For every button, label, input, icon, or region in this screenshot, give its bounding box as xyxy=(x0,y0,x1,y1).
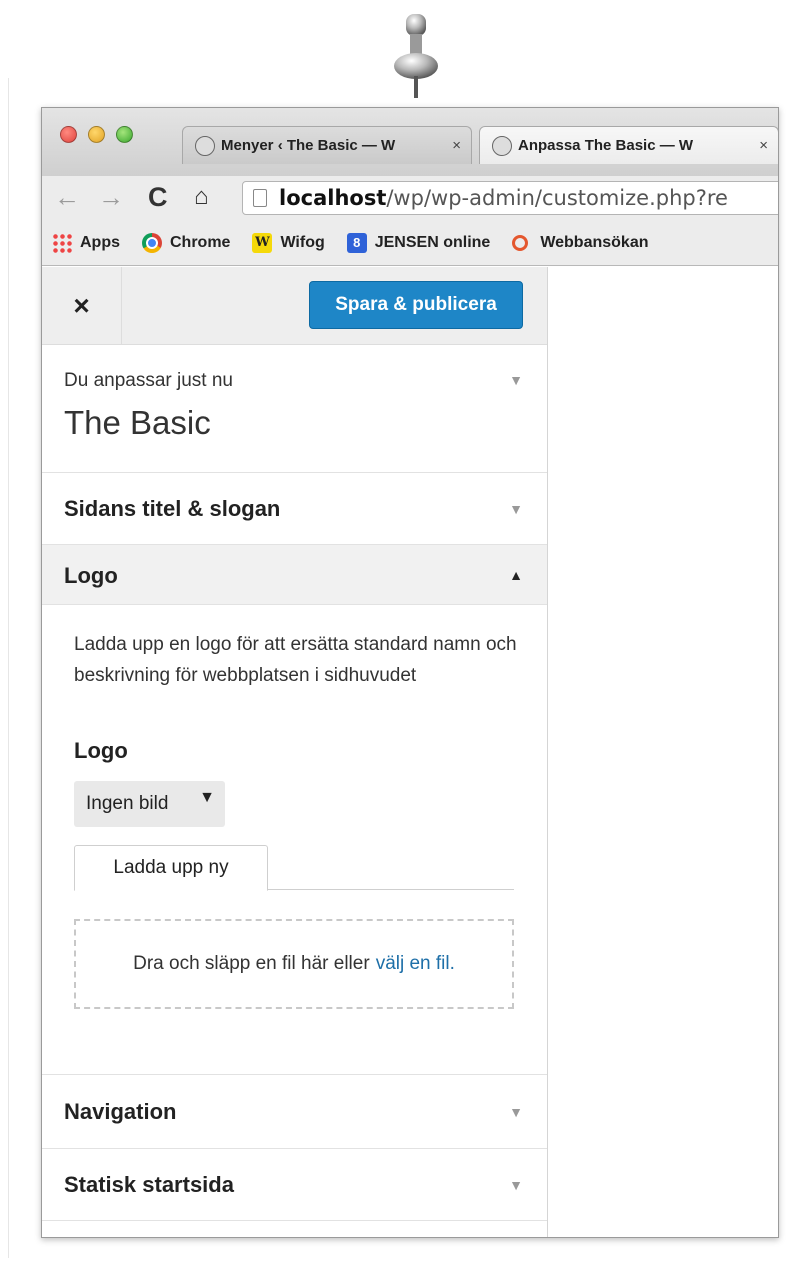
dropzone-text: Dra och släpp en fil här eller xyxy=(133,953,370,974)
logo-field-label: Logo xyxy=(74,738,128,763)
file-dropzone[interactable]: Dra och släpp en fil här eller välj en f… xyxy=(74,919,514,1009)
bookmark-label: Webbansökan xyxy=(540,233,649,251)
url-path: /wp/wp-admin/customize.php?re xyxy=(386,186,728,210)
back-arrow-icon[interactable]: ← xyxy=(54,182,80,212)
bookmark-label: Wifog xyxy=(280,233,325,251)
chevron-down-icon: ▼ xyxy=(509,1104,523,1120)
pushpin-icon xyxy=(394,14,438,98)
tab-upload-new[interactable]: Ladda upp ny xyxy=(74,845,268,891)
address-bar[interactable]: localhost /wp/wp-admin/customize.php?re xyxy=(242,181,778,215)
chevron-down-icon[interactable]: ▼ xyxy=(509,372,523,388)
page-edge-line xyxy=(8,78,9,1258)
jensen-icon: 8 xyxy=(346,232,367,253)
forward-arrow-icon[interactable]: → xyxy=(98,182,124,212)
close-tab-icon[interactable]: × xyxy=(452,137,461,154)
home-icon[interactable]: ⌂ xyxy=(194,182,209,212)
tab-title: Anpassa The Basic — W xyxy=(518,137,694,154)
section-title: Statisk startsida xyxy=(64,1172,234,1197)
section-site-title[interactable]: Sidans titel & slogan ▼ xyxy=(42,473,547,545)
section-title: Logo xyxy=(64,563,118,588)
section-title: Sidans titel & slogan xyxy=(64,496,281,521)
customizer-sidebar: × Spara & publicera Du anpassar just nu … xyxy=(42,267,548,1237)
logo-description: Ladda upp en logo för att ersätta standa… xyxy=(74,634,517,686)
zoom-window-button[interactable] xyxy=(116,126,133,143)
bookmarks-bar: Apps Chrome W Wifog 8 JENSEN online Webb… xyxy=(42,220,778,266)
chevron-up-icon: ▲ xyxy=(509,567,523,583)
save-publish-button[interactable]: Spara & publicera xyxy=(309,281,523,329)
select-value: Ingen bild xyxy=(86,793,169,814)
bookmark-label: JENSEN online xyxy=(374,233,491,251)
minimize-window-button[interactable] xyxy=(88,126,105,143)
choose-file-link[interactable]: välj en fil. xyxy=(376,953,455,975)
tab-anpassa[interactable]: Anpassa The Basic — W × xyxy=(479,126,778,164)
bookmark-chrome[interactable]: Chrome xyxy=(142,232,231,253)
site-preview-pane xyxy=(549,267,778,1237)
tab-strip: Menyer ‹ The Basic — W × Anpassa The Bas… xyxy=(42,108,778,176)
bookmark-label: Apps xyxy=(80,233,120,251)
wordpress-favicon-icon xyxy=(195,135,215,156)
logo-image-select[interactable]: Ingen bild ▼ xyxy=(74,781,225,827)
bookmark-apps[interactable]: Apps xyxy=(52,232,120,253)
url-host: localhost xyxy=(279,186,387,210)
bookmark-webbansokan[interactable]: Webbansökan xyxy=(512,234,648,252)
section-navigation[interactable]: Navigation ▼ xyxy=(42,1075,547,1149)
wifog-icon: W xyxy=(252,232,273,253)
chevron-down-icon: ▼ xyxy=(509,1177,523,1193)
tab-menyer[interactable]: Menyer ‹ The Basic — W × xyxy=(182,126,472,164)
browser-window: Menyer ‹ The Basic — W × Anpassa The Bas… xyxy=(41,107,779,1238)
section-title: Navigation xyxy=(64,1099,177,1124)
chrome-icon xyxy=(142,232,162,253)
close-tab-icon[interactable]: × xyxy=(759,137,768,154)
theme-info-section[interactable]: Du anpassar just nu The Basic ▼ xyxy=(42,346,547,473)
page-icon xyxy=(253,189,267,207)
close-customizer-button[interactable]: × xyxy=(42,267,122,345)
browser-toolbar: ← → C ⌂ localhost /wp/wp-admin/customize… xyxy=(42,176,778,220)
bookmark-jensen[interactable]: 8 JENSEN online xyxy=(346,232,491,253)
apps-grid-icon xyxy=(52,232,72,253)
tab-title: Menyer ‹ The Basic — W xyxy=(221,137,396,154)
chevron-down-icon: ▼ xyxy=(509,501,523,517)
wordpress-favicon-icon xyxy=(492,135,512,156)
webbansokan-icon xyxy=(512,234,529,251)
logo-section-content: Ladda upp en logo för att ersätta standa… xyxy=(42,605,547,1075)
close-window-button[interactable] xyxy=(60,126,77,143)
bookmark-wifog[interactable]: W Wifog xyxy=(252,232,325,253)
theme-info-subtitle: Du anpassar just nu xyxy=(64,370,233,391)
section-static-frontpage[interactable]: Statisk startsida ▼ xyxy=(42,1149,547,1221)
theme-name: The Basic xyxy=(64,404,211,441)
customizer-header: × Spara & publicera xyxy=(42,267,547,345)
reload-icon[interactable]: C xyxy=(148,182,168,212)
bookmark-label: Chrome xyxy=(170,233,231,251)
caret-down-icon: ▼ xyxy=(199,789,215,806)
section-logo[interactable]: Logo ▲ xyxy=(42,545,547,605)
